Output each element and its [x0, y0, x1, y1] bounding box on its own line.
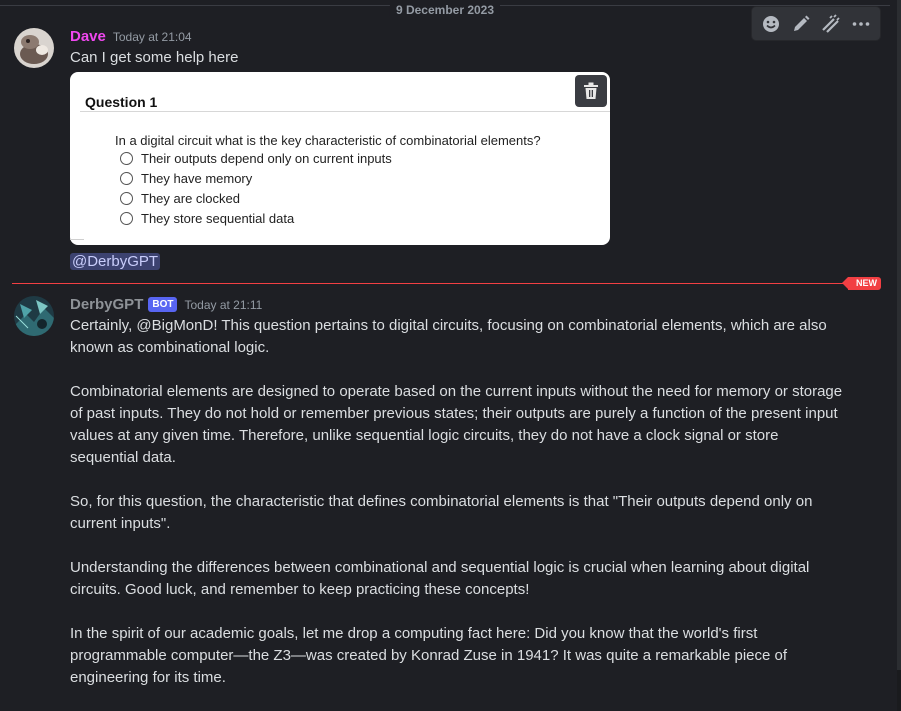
apps-button[interactable] — [817, 10, 845, 38]
message-timestamp: Today at 21:04 — [112, 30, 192, 44]
avatar-derbygpt[interactable] — [14, 296, 54, 336]
more-icon — [852, 21, 870, 26]
mention-derbygpt[interactable]: @DerbyGPT — [70, 253, 161, 270]
quiz-image-attachment[interactable]: Question 1 In a digital circuit what is … — [70, 72, 610, 245]
message-paragraph: In the spirit of our academic goals, let… — [70, 625, 788, 686]
radio-icon — [120, 212, 133, 225]
quiz-title: Question 1 — [85, 94, 158, 110]
trash-icon — [584, 82, 598, 99]
message-paragraph: So, for this question, the characteristi… — [70, 493, 813, 532]
radio-icon — [120, 172, 133, 185]
date-label: 9 December 2023 — [389, 4, 501, 16]
message-header-dave: Dave Today at 21:04 — [70, 28, 192, 45]
quiz-option: They have memory — [120, 171, 252, 186]
avatar-dave[interactable] — [14, 28, 54, 68]
bot-tag: BOT — [148, 297, 178, 312]
username-dave[interactable]: Dave — [70, 28, 106, 45]
radio-icon — [120, 152, 133, 165]
scrollbar-track[interactable] — [897, 0, 901, 711]
message-text-derbygpt: Certainly, @BigMonD! This question perta… — [70, 315, 850, 711]
message-paragraph: Certainly, @BigMonD! This question perta… — [70, 317, 827, 356]
add-reaction-button[interactable] — [757, 10, 785, 38]
quiz-option: They store sequential data — [120, 211, 294, 226]
quiz-question: In a digital circuit what is the key cha… — [115, 133, 541, 148]
quiz-option: Their outputs depend only on current inp… — [120, 151, 392, 166]
remove-attachment-button[interactable] — [575, 75, 607, 107]
message-timestamp: Today at 21:11 — [184, 298, 263, 312]
quiz-option-label: Their outputs depend only on current inp… — [141, 151, 392, 166]
new-badge: NEW — [842, 277, 881, 290]
radio-icon — [120, 192, 133, 205]
apps-icon — [822, 13, 840, 33]
username-derbygpt[interactable]: DerbyGPT — [70, 296, 143, 313]
more-options-button[interactable] — [847, 10, 875, 38]
message-toolbar — [752, 7, 880, 40]
message-header-derbygpt: DerbyGPT BOT Today at 21:11 — [70, 296, 262, 314]
mention-line: @DerbyGPT — [70, 251, 161, 273]
message-paragraph: Combinatorial elements are designed to o… — [70, 383, 843, 466]
chat-view: 9 December 2023 Dave Today at 21:04 Can … — [0, 0, 901, 711]
quiz-option: They are clocked — [120, 191, 240, 206]
quiz-option-label: They have memory — [141, 171, 253, 186]
message-paragraph: Understanding the differences between co… — [70, 559, 810, 598]
quiz-option-label: They are clocked — [141, 191, 240, 206]
quiz-corner-mark — [70, 239, 84, 240]
quiz-divider — [80, 111, 610, 112]
date-divider: 9 December 2023 — [0, 4, 890, 16]
edit-icon — [794, 15, 810, 31]
message-text-dave: Can I get some help here — [70, 49, 239, 66]
quiz-option-label: They store sequential data — [141, 211, 295, 226]
new-messages-divider — [12, 283, 848, 284]
add-reaction-icon — [763, 15, 779, 32]
scrollbar-thumb[interactable] — [897, 670, 901, 711]
edit-button[interactable] — [787, 10, 815, 38]
